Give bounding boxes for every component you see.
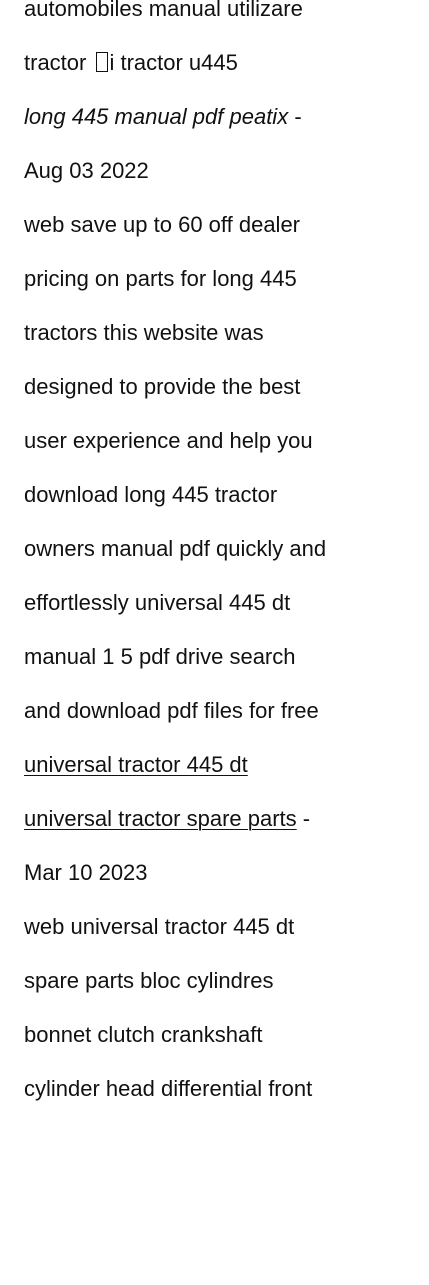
intro-line-2: tractor i tractor u445	[24, 36, 429, 90]
document-page: automobiles manual utilizare tractor i t…	[0, 0, 429, 1267]
section-2-body-line: bonnet clutch crankshaft	[24, 1022, 263, 1047]
section-1-body-line: user experience and help you	[24, 428, 313, 453]
section-2-body-line: cylinder head differential front	[24, 1076, 313, 1101]
section-2-body-line: spare parts bloc cylindres	[24, 968, 274, 993]
section-2-title-link-part-2[interactable]: universal tractor spare parts	[24, 806, 297, 831]
section-1-body-line: owners manual pdf quickly and	[24, 536, 327, 561]
section-2-title-link-part-1[interactable]: universal tractor 445 dt	[24, 752, 248, 777]
section-1-separator: -	[288, 104, 302, 129]
section-1-body-line: manual 1 5 pdf drive search	[24, 644, 296, 669]
intro-line-2-start: tractor	[24, 50, 93, 75]
section-2-body-line: web universal tractor 445 dt	[24, 914, 295, 939]
section-1-date: Aug 03 2022	[24, 158, 149, 183]
section-1-body-line: tractors this website was	[24, 320, 264, 345]
section-1-body-line: download long 445 tractor	[24, 482, 278, 507]
section-2-date: Mar 10 2023	[24, 860, 148, 885]
intro-line-1: automobiles manual utilizare	[24, 0, 303, 21]
section-2-title-line-1: universal tractor 445 dt	[24, 738, 429, 792]
section-1-body-line: designed to provide the best	[24, 374, 301, 399]
section-2-title-line-2: universal tractor spare parts -	[24, 792, 429, 846]
section-1-title: long 445 manual pdf peatix	[24, 104, 289, 129]
intro-line-2-end: i tractor u445	[109, 50, 238, 75]
missing-glyph-icon	[96, 52, 109, 72]
section-1-body-line: web save up to 60 off dealer	[24, 212, 301, 237]
section-2-separator: -	[296, 806, 311, 831]
section-1-body-line: and download pdf files for free	[24, 698, 319, 723]
section-1-body-line: effortlessly universal 445 dt	[24, 590, 291, 615]
section-1-body-line: pricing on parts for long 445	[24, 266, 297, 291]
section-1-title-line: long 445 manual pdf peatix -	[24, 90, 429, 144]
